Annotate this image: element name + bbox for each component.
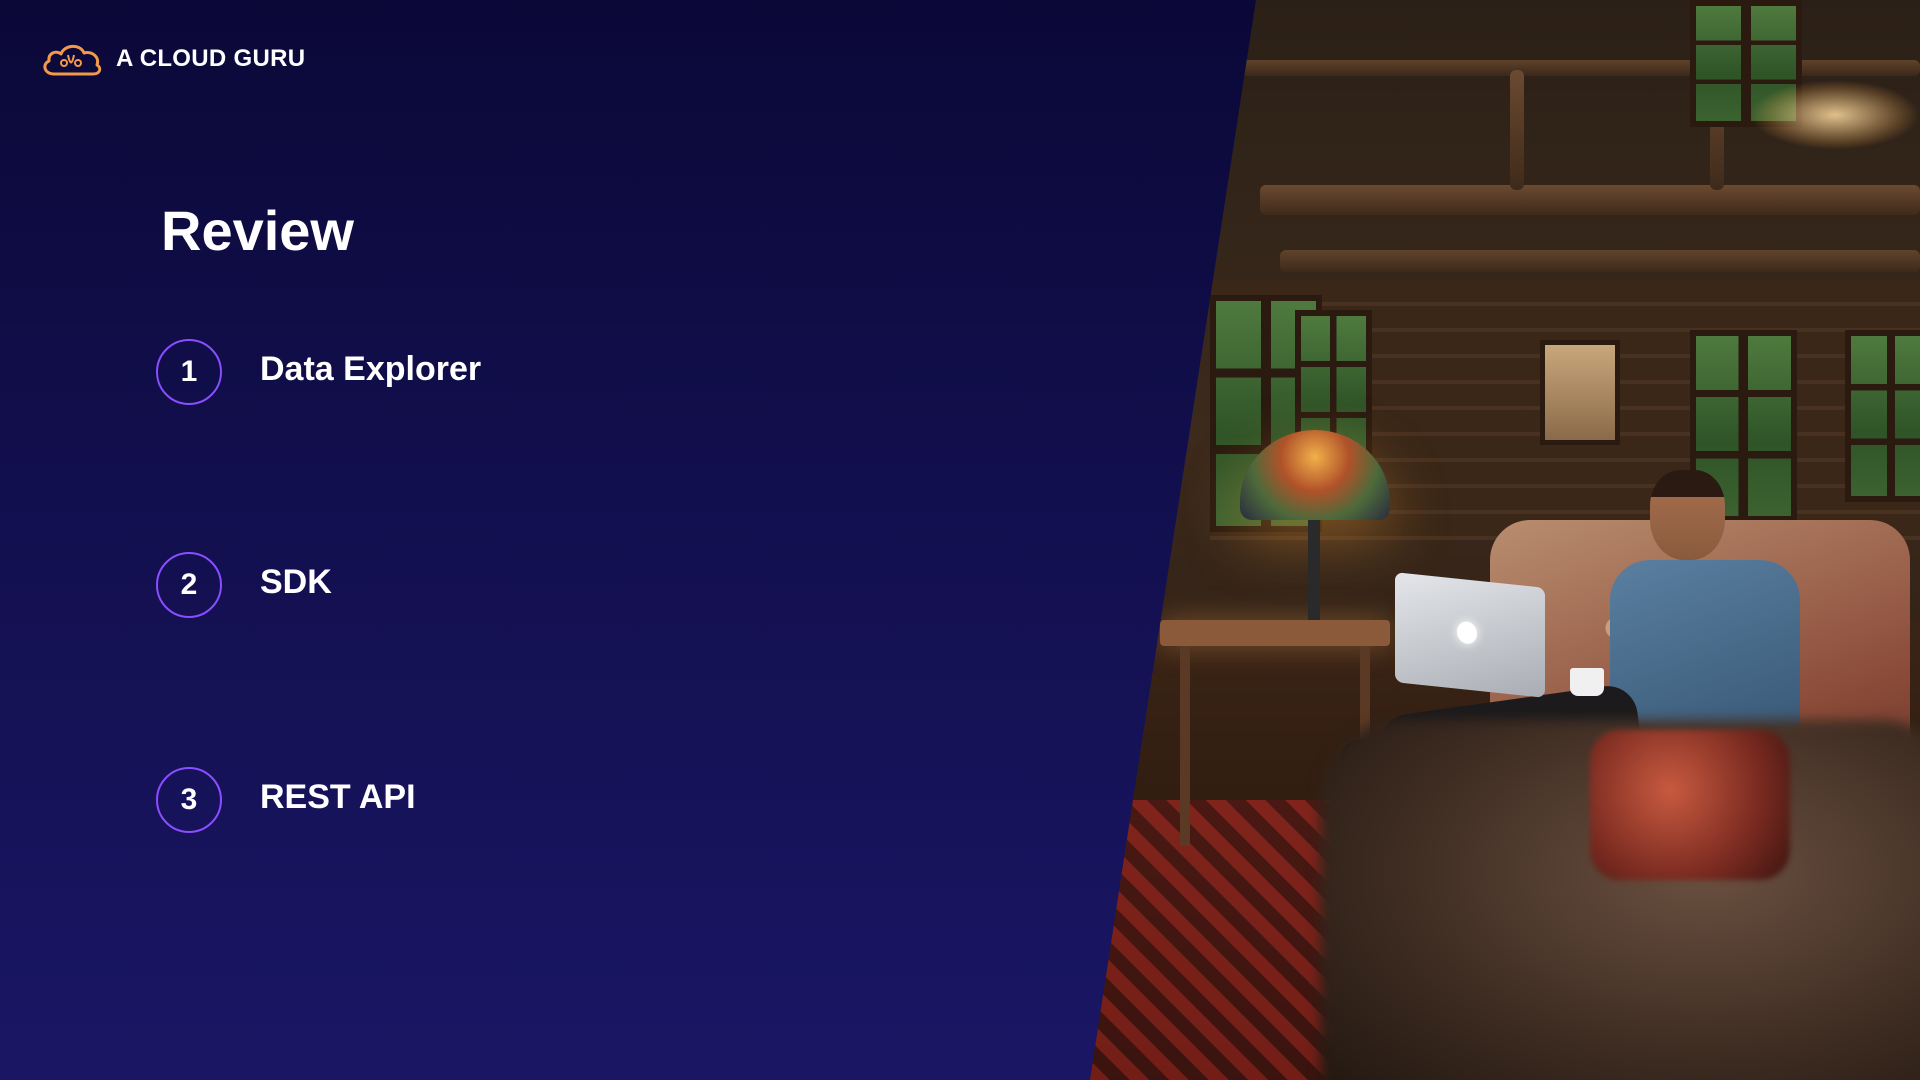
- cabin-photo: [1090, 0, 1920, 1080]
- brand-logo: A CLOUD GURU: [40, 38, 305, 80]
- review-item-3: 3 REST API: [156, 765, 416, 835]
- item-label-sdk: SDK: [260, 562, 332, 601]
- item-number-badge: 3: [156, 767, 222, 833]
- slide-title: Review: [161, 199, 354, 262]
- item-number-badge: 1: [156, 339, 222, 405]
- review-item-2: 2 SDK: [156, 550, 332, 620]
- cloud-logo-icon: [40, 40, 104, 78]
- item-label-rest-api: REST API: [260, 777, 416, 816]
- item-label-data-explorer: Data Explorer: [260, 349, 482, 388]
- brand-name: A CLOUD GURU: [116, 45, 306, 72]
- review-item-1: 1 Data Explorer: [156, 337, 481, 407]
- item-number-badge: 2: [156, 552, 222, 618]
